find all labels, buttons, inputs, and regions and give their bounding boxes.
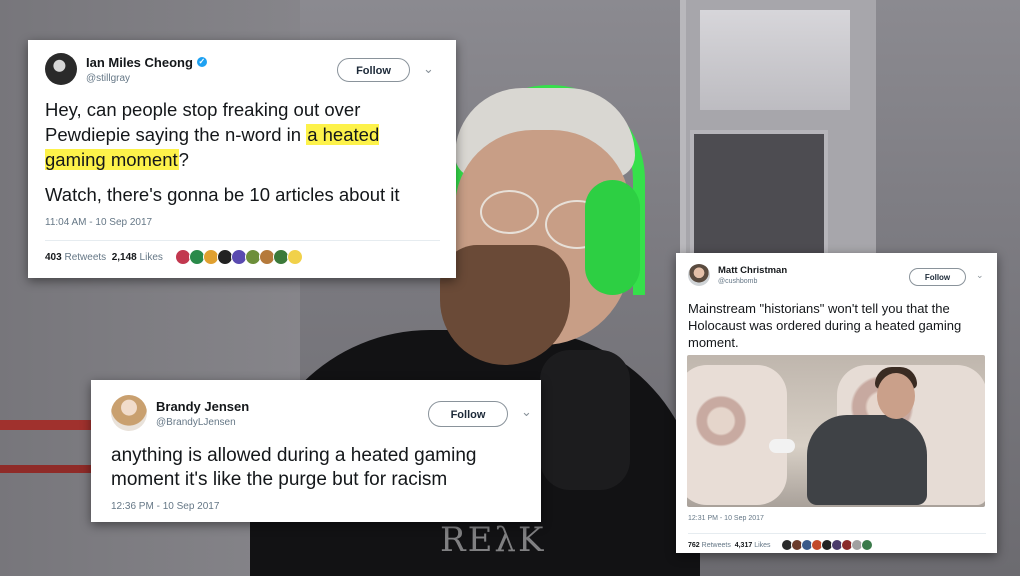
follow-button[interactable]: Follow [428,401,508,427]
like-count[interactable]: 4,317 [735,542,753,549]
chevron-down-icon[interactable]: ⌄ [423,61,434,77]
user-handle[interactable]: @BrandyLJensen [156,417,249,428]
timestamp[interactable]: 11:04 AM - 10 Sep 2017 [45,217,152,228]
avatar[interactable] [688,264,710,286]
like-count[interactable]: 2,148 [112,252,137,263]
liker-avatars [780,539,873,551]
timestamp[interactable]: 12:31 PM - 10 Sep 2017 [688,515,764,522]
tweet-card-brandy-jensen: Brandy Jensen @BrandyLJensen Follow ⌄ an… [91,380,541,522]
chevron-down-icon[interactable]: ⌄ [521,404,532,420]
terrarium [690,130,828,258]
follow-button[interactable]: Follow [909,268,966,286]
tweet-text: Mainstream "historians" won't tell you t… [688,301,962,350]
display-name[interactable]: Matt Christman [718,265,787,276]
verified-badge-icon: ✓ [196,57,207,67]
shirt-print: REλK [440,520,546,560]
liker-avatar[interactable] [860,539,873,551]
tweet-stats: 403 Retweets 2,148 Likes [45,240,440,265]
retweet-count[interactable]: 403 [45,252,62,263]
liker-avatars [174,249,303,265]
game-controller [769,439,795,453]
seated-man [807,415,927,505]
armchair-left [687,365,787,505]
tweet-text: Hey, can people stop freaking out over P… [45,99,400,205]
tweet-card-matt-christman: Matt Christman @cushbomb Follow ⌄ Mainst… [676,253,997,553]
tweet-stats: 762 Retweets 4,317 Likes [688,533,986,551]
glasses-left-lens [480,190,539,234]
chevron-down-icon[interactable]: ⌄ [976,270,984,281]
retweet-count[interactable]: 762 [688,542,700,549]
timestamp[interactable]: 12:36 PM - 10 Sep 2017 [111,501,219,512]
display-name[interactable]: Ian Miles Cheong [86,55,193,70]
tweet-text: anything is allowed during a heated gami… [111,445,477,490]
user-handle[interactable]: @stillgray [86,73,207,84]
man-head [877,373,915,419]
display-name[interactable]: Brandy Jensen [156,399,249,414]
headset-earcup [585,180,640,295]
user-handle[interactable]: @cushbomb [718,278,787,285]
avatar[interactable] [111,395,147,431]
tweet-card-ian-miles-cheong: Ian Miles Cheong ✓ @stillgray Follow ⌄ H… [28,40,456,278]
window [700,10,850,110]
follow-button[interactable]: Follow [337,58,410,82]
liker-avatar[interactable] [286,249,303,265]
avatar[interactable] [45,53,77,85]
tweet-photo[interactable] [687,355,985,507]
